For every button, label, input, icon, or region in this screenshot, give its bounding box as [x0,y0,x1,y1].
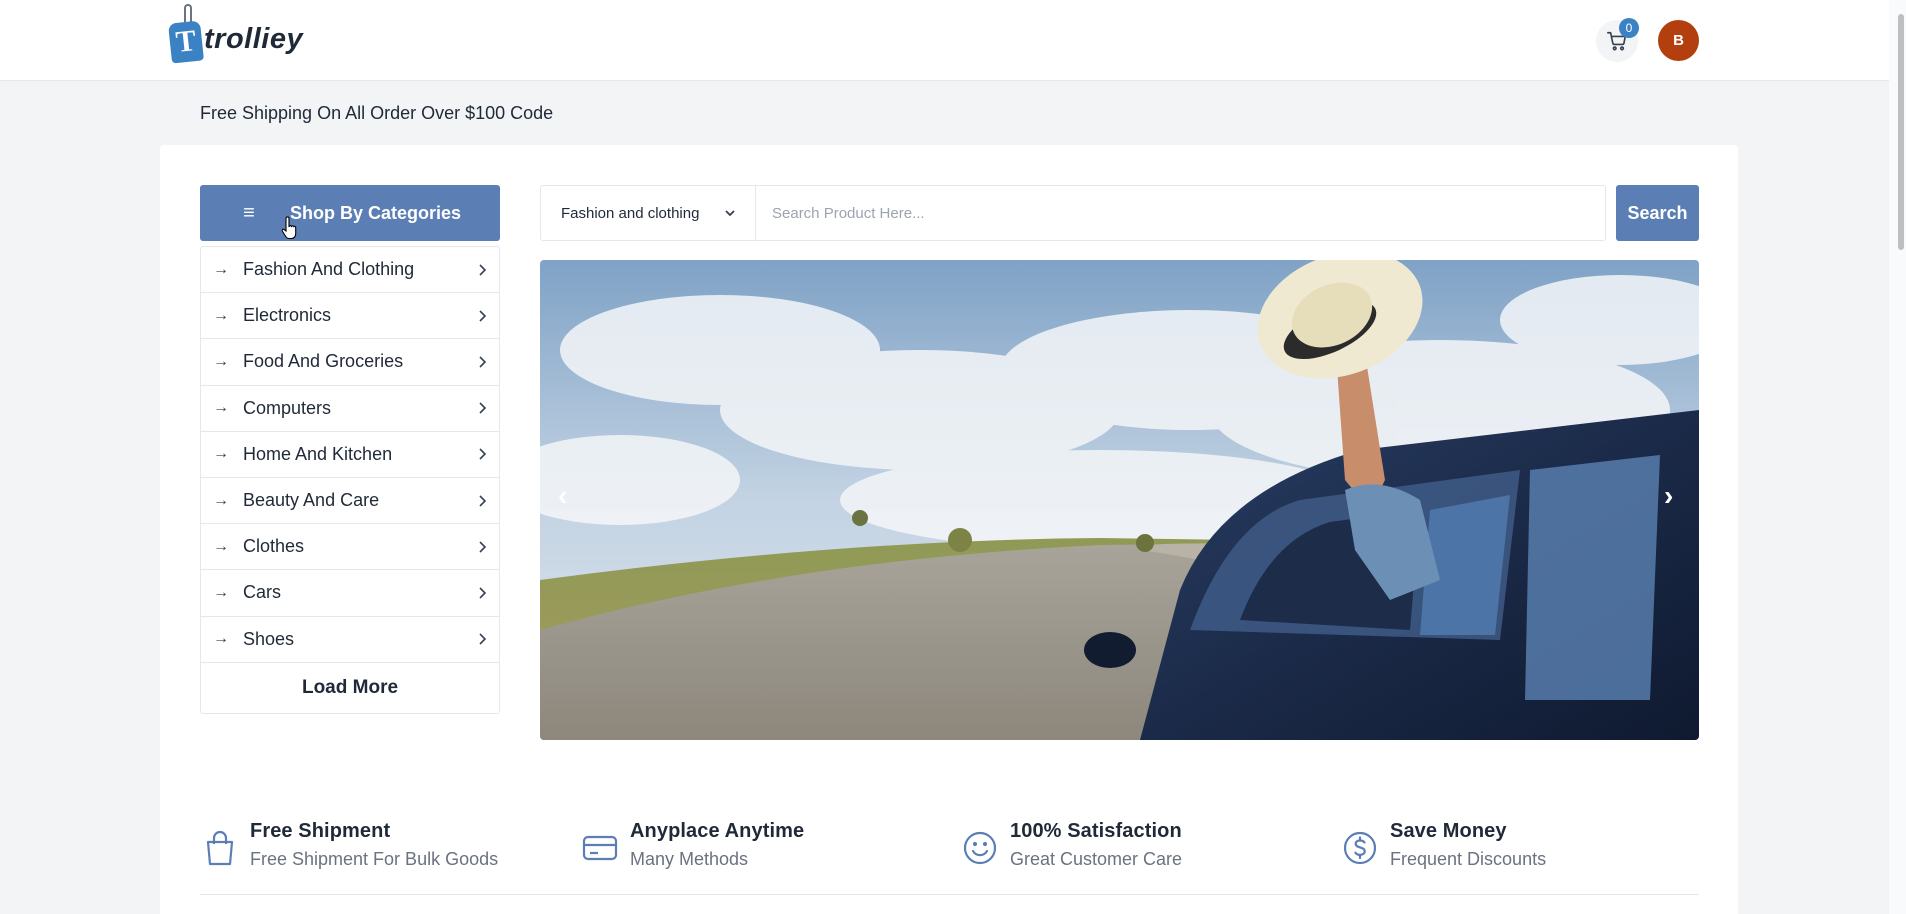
category-item-computers[interactable]: → Computers [201,386,499,432]
arrow-right-icon: → [213,260,229,278]
chevron-down-icon [725,210,735,217]
shop-by-categories-label: Shop By Categories [290,202,462,223]
category-item-label: Home And Kitchen [243,443,393,464]
feature-title: Free Shipment [250,820,391,842]
chevron-right-icon [479,310,487,322]
search-bar: Fashion and clothing [540,185,1606,241]
category-item-food-and-groceries[interactable]: → Food And Groceries [201,339,499,386]
category-item-label: Food And Groceries [243,351,404,372]
chevron-right-icon [479,587,487,599]
hero-illustration [540,260,1699,740]
arrow-right-icon: → [213,445,229,463]
logo-tag-icon: T [167,4,205,64]
category-select[interactable]: Fashion and clothing [541,186,756,240]
feature-subtitle: Frequent Discounts [1390,849,1547,869]
logo-letter: T [167,20,205,64]
category-item-beauty-and-care[interactable]: → Beauty And Care [201,478,499,525]
site-header: T trolliey 0 B [0,0,1906,81]
category-item-clothes[interactable]: → Clothes [201,524,499,571]
arrow-right-icon: → [213,537,229,555]
logo-text: trolliey [204,22,304,55]
feature-satisfaction: 100% Satisfaction Great Customer Care [960,820,1182,870]
feature-title: Anyplace Anytime [630,820,805,842]
category-item-fashion-and-clothing[interactable]: → Fashion And Clothing [201,247,499,294]
category-item-shoes[interactable]: → Shoes [201,617,499,663]
chevron-right-icon [479,448,487,460]
category-item-label: Shoes [243,628,295,649]
hamburger-menu-icon: ≡ [243,201,255,224]
arrow-right-icon: → [213,306,229,324]
category-item-label: Computers [243,397,332,418]
feature-subtitle: Great Customer Care [1010,849,1183,869]
arrow-right-icon: → [213,630,229,648]
features-row: Free Shipment Free Shipment For Bulk Goo… [200,820,1699,895]
chevron-right-icon [479,402,487,414]
category-select-value: Fashion and clothing [561,204,700,222]
chevron-right-icon [479,356,487,368]
feature-subtitle: Free Shipment For Bulk Goods [250,849,499,869]
shopping-bag-icon [206,830,234,866]
arrow-right-icon: → [213,352,229,370]
carousel-prev-button[interactable]: ‹ [558,480,567,512]
category-list: → Fashion And Clothing → Electronics → F… [200,246,500,714]
user-avatar[interactable]: B [1658,20,1699,61]
search-button[interactable]: Search [1616,185,1699,241]
category-item-label: Clothes [243,536,305,557]
arrow-right-icon: → [213,491,229,509]
promo-banner-text: Free Shipping On All Order Over $100 Cod… [200,103,554,123]
category-item-label: Beauty And Care [243,490,380,511]
cart-count-badge: 0 [1619,18,1639,38]
chevron-right-icon [479,494,487,507]
smiley-icon [963,831,997,865]
carousel-next-button[interactable]: › [1664,480,1673,512]
arrow-right-icon: → [213,399,229,417]
search-input[interactable] [756,186,1605,240]
category-item-label: Electronics [243,305,332,326]
feature-anyplace-anytime: Anyplace Anytime Many Methods [580,820,804,870]
arrow-right-icon: → [213,583,229,601]
feature-save-money: Save Money Frequent Discounts [1340,820,1546,870]
feature-title: 100% Satisfaction [1010,820,1182,842]
chevron-right-icon [479,541,487,553]
chevron-right-icon [479,633,487,645]
dollar-icon [1343,831,1377,865]
category-item-label: Cars [243,582,282,603]
category-item-home-and-kitchen[interactable]: → Home And Kitchen [201,432,499,478]
category-item-label: Fashion And Clothing [243,259,415,280]
site-logo[interactable]: T trolliey [167,0,304,66]
feature-free-shipment: Free Shipment Free Shipment For Bulk Goo… [200,820,498,870]
hand-cursor-icon [281,216,297,240]
hero-carousel-image [540,260,1699,740]
feature-subtitle: Many Methods [630,849,749,869]
scrollbar-thumb[interactable] [1898,14,1904,250]
shop-by-categories-button[interactable]: ≡ Shop By Categories [200,185,500,241]
load-more-button[interactable]: Load More [201,663,499,713]
category-item-cars[interactable]: → Cars [201,570,499,617]
credit-card-icon [582,835,618,861]
category-item-electronics[interactable]: → Electronics [201,293,499,340]
feature-title: Save Money [1390,820,1507,842]
chevron-right-icon [479,264,487,276]
